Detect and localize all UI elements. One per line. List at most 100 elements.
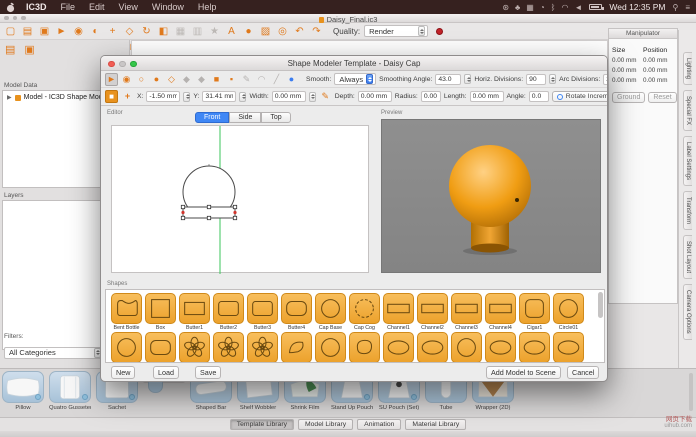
shapes-scrollbar[interactable] [598, 292, 603, 318]
dialog-close-icon[interactable] [108, 61, 115, 68]
menu-item-view[interactable]: View [112, 0, 145, 14]
grab-tool-icon[interactable]: ● [242, 26, 255, 37]
load-button[interactable]: Load [153, 366, 179, 379]
menu-item-help[interactable]: Help [191, 0, 224, 14]
dialog-minimize-icon[interactable] [119, 61, 126, 68]
shape-tile-channel1[interactable] [383, 293, 414, 324]
node-tool-icon[interactable]: ● [150, 73, 163, 86]
length-field[interactable] [470, 91, 504, 102]
shape-tile-channel2[interactable] [417, 293, 448, 324]
x-stepper-icon[interactable] [183, 92, 190, 102]
shape-tile-cap-base[interactable] [315, 293, 346, 324]
angle-field[interactable] [529, 91, 549, 102]
status-grid-icon[interactable]: ▦ [526, 3, 534, 12]
shape-tile-row2-10[interactable] [417, 332, 448, 363]
editor-canvas[interactable] [111, 125, 369, 273]
shape-mode-button[interactable]: ■ [105, 90, 118, 103]
side-tab-camera-options[interactable]: Camera Options [683, 284, 692, 340]
status-app-icon[interactable]: ♣ [515, 3, 520, 12]
line-tool-icon[interactable]: ╱ [270, 73, 283, 86]
shape-tile-row2-9[interactable] [383, 332, 414, 363]
arc-tool-icon[interactable]: ◠ [255, 73, 268, 86]
shape-tile-bent-bottle[interactable] [111, 293, 142, 324]
open-folder-icon[interactable]: ▤ [21, 26, 34, 37]
x-field[interactable] [146, 91, 180, 102]
fill-square-icon[interactable]: ■ [210, 73, 223, 86]
folder-icon[interactable]: ▤ [5, 43, 15, 56]
template-thumbnail[interactable] [49, 371, 91, 403]
lasso-tool-icon[interactable]: ◆ [195, 73, 208, 86]
shape-tile-row2-3[interactable] [179, 332, 210, 363]
tab-material-library[interactable]: Material Library [405, 419, 466, 430]
width-field[interactable] [272, 91, 306, 102]
shape-tile-row2-2[interactable] [145, 332, 176, 363]
menu-item-window[interactable]: Window [145, 0, 191, 14]
mirror-tool-icon[interactable]: ◧ [157, 26, 170, 37]
radius-field[interactable] [421, 91, 441, 102]
shape-tile-row2-8[interactable] [349, 332, 380, 363]
crop-tool-icon[interactable]: ▦ [174, 26, 187, 37]
depth-field[interactable] [358, 91, 392, 102]
shape-tile-row2-1[interactable] [111, 332, 142, 363]
horiz-divisions-stepper-icon[interactable] [549, 74, 556, 84]
menu-clock[interactable]: Wed 12:35 PM [609, 2, 665, 12]
horiz-divisions-field[interactable] [526, 74, 546, 85]
sync-icon[interactable]: ◔ [540, 3, 545, 12]
rotate-increment-button[interactable]: Rotate Increment [552, 91, 608, 102]
width-stepper-icon[interactable] [309, 92, 316, 102]
smooth-select[interactable]: Always [334, 73, 376, 85]
menu-item-edit[interactable]: Edit [82, 0, 112, 14]
text-tool-icon[interactable]: A [225, 26, 238, 37]
ground-button[interactable]: Ground [612, 92, 645, 103]
shape-tile-cap-cog[interactable] [349, 293, 380, 324]
shape-tile-row2-5[interactable] [247, 332, 278, 363]
shape-tile-butter4[interactable] [281, 293, 312, 324]
shape-tile-channel3[interactable] [451, 293, 482, 324]
tab-model-library[interactable]: Model Library [298, 419, 353, 430]
volume-icon[interactable]: ◄ [574, 3, 582, 12]
undo-icon[interactable]: ↶ [293, 26, 306, 37]
point-tool-icon[interactable]: ▪ [225, 73, 238, 86]
record-icon[interactable] [436, 28, 443, 35]
magnet-tool-icon[interactable]: ● [285, 73, 298, 86]
smoothing-angle-field[interactable] [435, 74, 461, 85]
y-field[interactable] [202, 91, 236, 102]
wifi-icon[interactable]: ◠ [561, 3, 568, 12]
shape-tile-channel4[interactable] [485, 293, 516, 324]
apple-menu-icon[interactable] [6, 2, 15, 13]
y-stepper-icon[interactable] [239, 92, 246, 102]
shape-tile-butter3[interactable] [247, 293, 278, 324]
shelf-scrollbar[interactable] [689, 373, 693, 411]
shape-tile-butter1[interactable] [179, 293, 210, 324]
fill-tool-icon[interactable]: ◐ [89, 26, 102, 37]
quality-stepper-icon[interactable] [418, 26, 425, 36]
shape-tile-row2-6[interactable] [281, 332, 312, 363]
tab-animation[interactable]: Animation [357, 419, 401, 430]
dialog-zoom-icon[interactable] [130, 61, 137, 68]
star-tool-icon[interactable]: ★ [208, 26, 221, 37]
shape-tile-cigar1[interactable] [519, 293, 550, 324]
select-arrow-icon[interactable]: ► [105, 73, 118, 86]
folder-add-icon[interactable]: ▣ [24, 43, 34, 56]
editor-tab-side[interactable]: Side [229, 112, 261, 123]
notification-center-icon[interactable]: ≡ [685, 3, 690, 12]
polygon-tool-icon[interactable]: ◇ [165, 73, 178, 86]
template-pillow[interactable]: Pillow [2, 371, 44, 411]
save-icon[interactable]: ▣ [38, 26, 51, 37]
new-button[interactable]: New [111, 366, 135, 379]
shape-tile-row2-7[interactable] [315, 332, 346, 363]
side-tab-lighting[interactable]: Lighting [683, 52, 692, 85]
side-tab-shot-layout[interactable]: Shot Layout [683, 235, 692, 279]
select-cursor-icon[interactable]: ► [55, 26, 68, 37]
rotate-tool-icon[interactable]: ↻ [140, 26, 153, 37]
shape-tile-row2-4[interactable] [213, 332, 244, 363]
zoom-in-icon[interactable]: ◉ [120, 73, 133, 86]
hand-tool-icon[interactable]: ◆ [180, 73, 193, 86]
status-orb-icon[interactable]: ⊛ [502, 3, 509, 12]
shape-tile-row2-12[interactable] [485, 332, 516, 363]
align-tool-icon[interactable]: ▥ [191, 26, 204, 37]
editor-tab-top[interactable]: Top [261, 112, 290, 123]
pen-tool-icon[interactable]: ✎ [240, 73, 253, 86]
shape-tile-row2-11[interactable] [451, 332, 482, 363]
template-thumbnail[interactable] [2, 371, 44, 403]
